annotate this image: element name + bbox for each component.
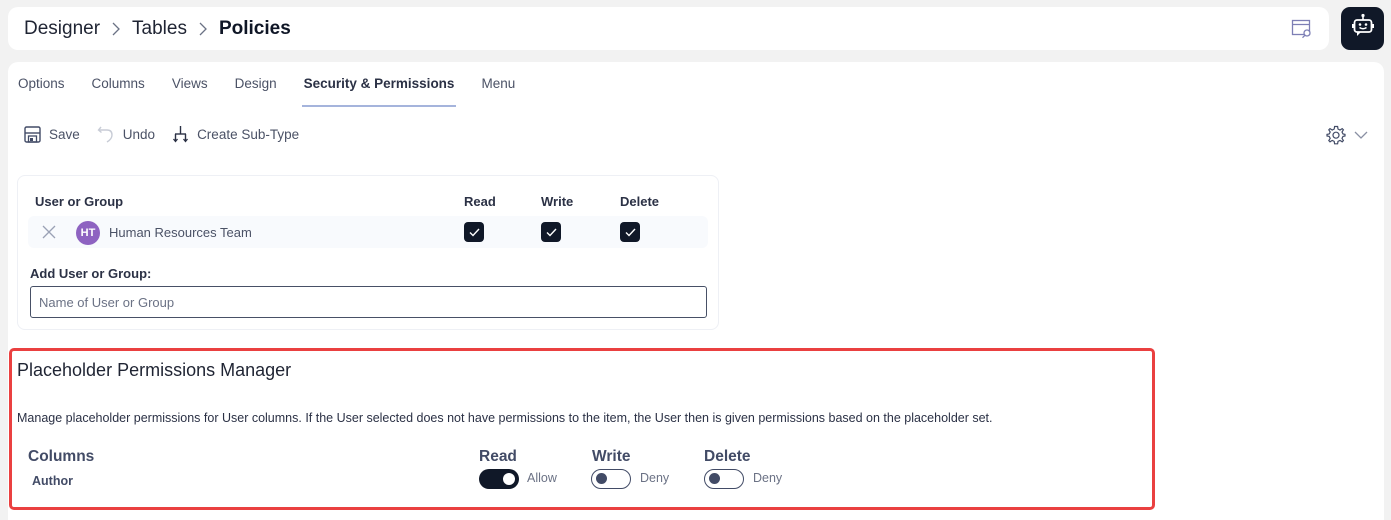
hierarchy-icon: [173, 126, 189, 143]
scrollbar-track[interactable]: [1384, 62, 1391, 520]
header-delete: Delete: [704, 448, 751, 465]
settings-menu-button[interactable]: [1326, 125, 1368, 145]
delete-toggle-label: Deny: [753, 471, 783, 485]
add-user-input[interactable]: [30, 286, 707, 318]
assistant-button[interactable]: [1341, 7, 1384, 50]
header-write: Write: [592, 448, 631, 465]
window-search-icon[interactable]: [1291, 19, 1313, 39]
header-read: Read: [479, 448, 517, 465]
member-name: Human Resources Team: [109, 225, 252, 240]
add-user-label: Add User or Group:: [30, 266, 152, 281]
tab-bar: Options Columns Views Design Security & …: [18, 74, 542, 107]
placeholder-permissions-manager: Placeholder Permissions Manager Manage p…: [9, 348, 1155, 510]
avatar: HT: [76, 221, 100, 245]
tab-security-permissions[interactable]: Security & Permissions: [301, 74, 457, 107]
read-checkbox[interactable]: [464, 222, 484, 242]
undo-button[interactable]: Undo: [97, 125, 155, 143]
tab-options[interactable]: Options: [18, 74, 65, 107]
chevron-right-icon: [106, 19, 126, 39]
check-icon: [625, 228, 636, 237]
gear-icon: [1326, 125, 1346, 145]
permission-row: HT Human Resources Team: [28, 216, 708, 248]
read-toggle-label: Allow: [527, 471, 557, 485]
section-title: Placeholder Permissions Manager: [17, 360, 292, 380]
save-label: Save: [49, 126, 80, 142]
undo-icon: [97, 126, 113, 143]
create-subtype-button[interactable]: Create Sub-Type: [172, 125, 299, 143]
read-toggle[interactable]: [479, 469, 519, 489]
header-bar: Designer Tables Policies: [8, 7, 1329, 50]
tab-views[interactable]: Views: [172, 74, 208, 107]
header-columns: Columns: [28, 448, 95, 465]
breadcrumb-policies: Policies: [218, 17, 291, 39]
delete-toggle[interactable]: [704, 469, 744, 489]
robot-chat-icon: [1351, 13, 1375, 44]
write-toggle-label: Deny: [640, 471, 670, 485]
create-subtype-label: Create Sub-Type: [197, 126, 300, 142]
section-description: Manage placeholder permissions for User …: [17, 411, 993, 425]
save-icon: [24, 125, 41, 143]
tab-columns[interactable]: Columns: [92, 74, 145, 107]
check-icon: [546, 228, 557, 237]
toolbar: Save Undo Create Sub-Type: [24, 125, 316, 143]
toggle-knob: [709, 473, 720, 484]
main-panel: Options Columns Views Design Security & …: [8, 62, 1384, 520]
column-name: Author: [32, 474, 73, 488]
toggle-knob: [503, 473, 515, 485]
chevron-right-icon: [193, 19, 213, 39]
tab-menu[interactable]: Menu: [481, 74, 515, 107]
permissions-card: User or Group Read Write Delete HT Human…: [17, 175, 719, 330]
breadcrumb-designer[interactable]: Designer: [24, 18, 100, 40]
remove-icon[interactable]: [42, 225, 56, 244]
save-button[interactable]: Save: [24, 125, 80, 143]
delete-checkbox[interactable]: [620, 222, 640, 242]
undo-label: Undo: [122, 126, 156, 142]
chevron-down-icon: [1354, 131, 1368, 139]
header-delete: Delete: [620, 194, 660, 209]
check-icon: [469, 228, 480, 237]
toggle-knob: [596, 473, 607, 484]
header-write: Write: [541, 194, 574, 209]
tab-design[interactable]: Design: [235, 74, 277, 107]
write-checkbox[interactable]: [541, 222, 561, 242]
write-toggle[interactable]: [591, 469, 631, 489]
header-read: Read: [464, 194, 496, 209]
header-user-or-group: User or Group: [35, 194, 124, 209]
breadcrumb-tables[interactable]: Tables: [132, 18, 187, 40]
